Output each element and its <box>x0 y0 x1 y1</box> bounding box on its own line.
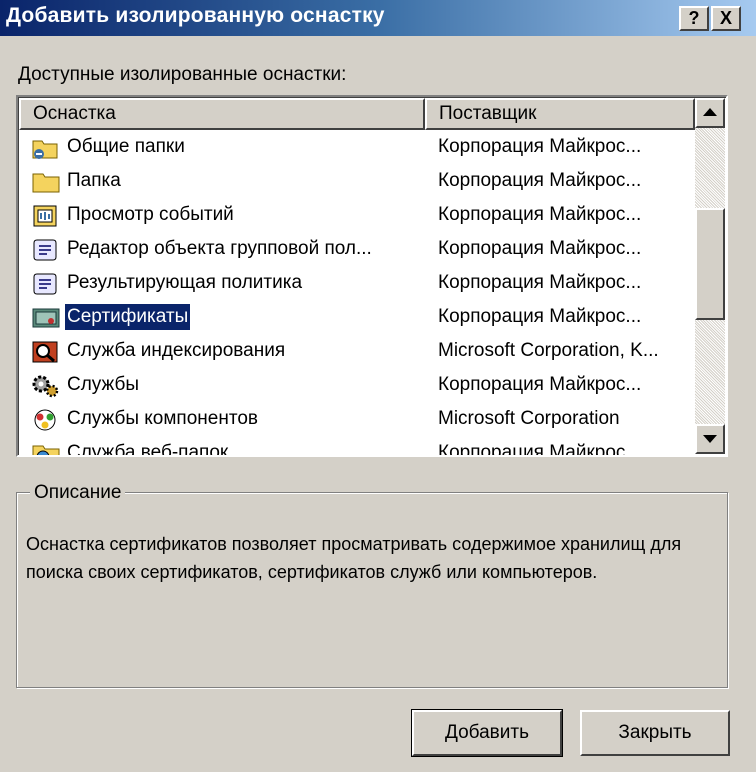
shared-folder-icon <box>31 136 61 160</box>
vertical-scrollbar[interactable] <box>695 98 725 454</box>
row-vendor: Корпорация Майкрос... <box>438 204 642 225</box>
close-window-button[interactable]: X <box>711 6 741 31</box>
description-title: Описание <box>30 482 126 504</box>
column-header-snapin[interactable]: Оснастка <box>19 98 425 130</box>
row-name: Сертификаты <box>65 304 191 330</box>
description-text: Оснастка сертификатов позволяет просматр… <box>26 534 682 582</box>
list-item[interactable]: Служба веб-папок Корпорация Майкрос... <box>19 436 695 455</box>
row-name: Служба веб-папок <box>67 442 229 455</box>
list-item[interactable]: Просмотр событий Корпорация Майкрос... <box>19 198 695 232</box>
snapin-rows: Общие папки Корпорация Майкрос... Папка … <box>19 130 695 455</box>
description-group <box>16 492 728 688</box>
add-standalone-snapin-dialog: Добавить изолированную оснастку ? X Дост… <box>0 0 756 772</box>
row-name: Папка <box>67 170 121 191</box>
component-services-icon <box>31 408 61 432</box>
list-item-selected[interactable]: Сертификаты Корпорация Майкрос... <box>19 300 695 334</box>
event-viewer-icon <box>31 204 61 228</box>
list-item[interactable]: Службы Корпорация Майкрос... <box>19 368 695 402</box>
policy-scroll-icon <box>31 272 61 296</box>
help-button[interactable]: ? <box>679 6 709 31</box>
list-item[interactable]: Папка Корпорация Майкрос... <box>19 164 695 198</box>
services-gears-icon <box>31 374 61 398</box>
row-vendor: Корпорация Майкрос... <box>438 442 642 455</box>
row-name: Общие папки <box>67 136 185 157</box>
list-item[interactable]: Службы компонентов Microsoft Corporation <box>19 402 695 436</box>
row-vendor: Корпорация Майкрос... <box>438 272 642 293</box>
row-name: Результирующая политика <box>67 272 303 293</box>
column-header-vendor[interactable]: Поставщик <box>425 98 695 130</box>
scroll-up-button[interactable] <box>695 98 725 128</box>
list-item[interactable]: Служба индексирования Microsoft Corporat… <box>19 334 695 368</box>
snapin-list[interactable]: Оснастка Поставщик Общие папки Корпораци… <box>16 95 728 457</box>
arrow-down-icon <box>703 435 717 443</box>
row-vendor: Корпорация Майкрос... <box>438 238 642 259</box>
title-bar[interactable]: Добавить изолированную оснастку ? X <box>0 0 756 36</box>
row-name: Службы <box>67 374 139 395</box>
row-name: Просмотр событий <box>67 204 234 225</box>
list-item[interactable]: Общие папки Корпорация Майкрос... <box>19 130 695 164</box>
indexing-service-icon <box>31 340 61 364</box>
row-name: Службы компонентов <box>67 408 258 429</box>
available-snapins-label: Доступные изолированные оснастки: <box>18 64 347 85</box>
add-button[interactable]: Добавить <box>411 709 563 757</box>
web-folder-icon <box>31 442 61 455</box>
row-name: Редактор объекта групповой пол... <box>67 238 372 259</box>
row-vendor: Microsoft Corporation <box>438 408 620 429</box>
row-vendor: Корпорация Майкрос... <box>438 306 642 327</box>
row-vendor: Корпорация Майкрос... <box>438 170 642 191</box>
row-vendor: Корпорация Майкрос... <box>438 136 642 157</box>
close-button[interactable]: Закрыть <box>580 710 730 756</box>
row-vendor: Microsoft Corporation, K... <box>438 340 659 361</box>
scroll-thumb[interactable] <box>695 208 725 320</box>
list-item[interactable]: Редактор объекта групповой пол... Корпор… <box>19 232 695 266</box>
row-name: Служба индексирования <box>67 340 286 361</box>
certificates-icon <box>31 306 61 330</box>
window-title: Добавить изолированную оснастку <box>6 4 385 27</box>
scroll-down-button[interactable] <box>695 424 725 454</box>
list-item[interactable]: Результирующая политика Корпорация Майкр… <box>19 266 695 300</box>
row-vendor: Корпорация Майкрос... <box>438 374 642 395</box>
arrow-up-icon <box>703 108 717 116</box>
folder-icon <box>31 170 61 194</box>
policy-scroll-icon <box>31 238 61 262</box>
